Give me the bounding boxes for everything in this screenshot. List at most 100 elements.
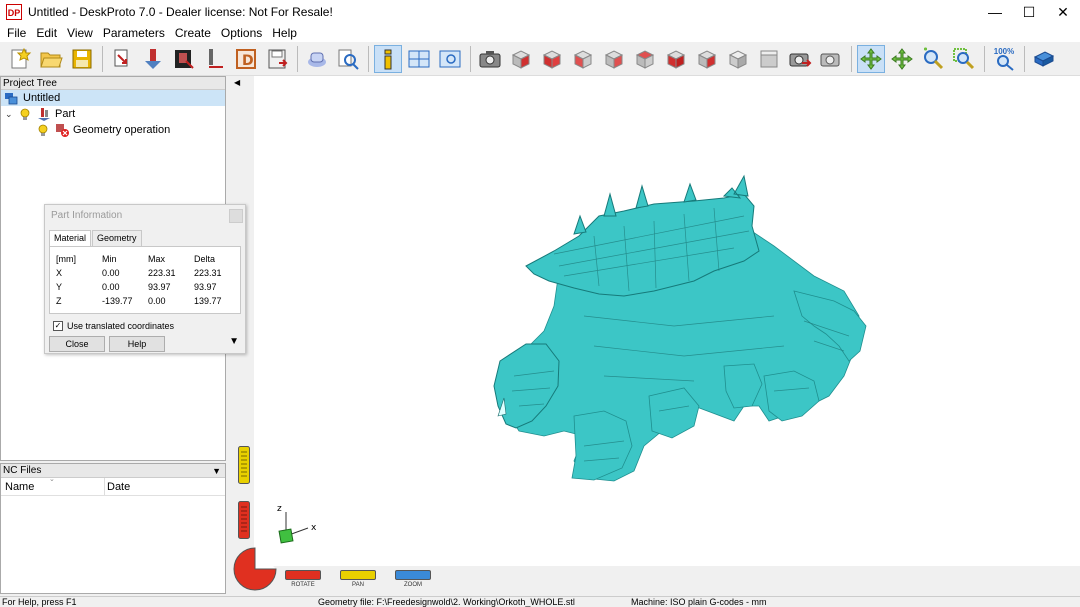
dialog-close-button[interactable] (229, 209, 243, 223)
menu-edit[interactable]: Edit (31, 24, 62, 42)
zoom-100-percent-button[interactable]: 100% (990, 45, 1018, 73)
help-button[interactable]: Help (109, 336, 165, 352)
window-title: Untitled - DeskProto 7.0 - Dealer licens… (28, 5, 333, 19)
tree-item-label: Geometry operation (73, 124, 171, 136)
toolbar-separator (851, 45, 852, 72)
max-cell: 223.31 (148, 268, 176, 278)
part-parameters-icon[interactable] (170, 45, 198, 73)
lightbulb-icon[interactable] (17, 107, 33, 121)
menu-help[interactable]: Help (267, 24, 302, 42)
axis-z-label: z (277, 504, 282, 514)
help-book-icon[interactable] (1030, 45, 1058, 73)
toolbar-separator (984, 45, 985, 72)
render-settings-icon[interactable] (786, 45, 814, 73)
simulation-icon[interactable] (303, 45, 331, 73)
tree-item-project[interactable]: Untitled (1, 90, 225, 106)
tree-item-label: Untitled (23, 92, 61, 104)
cutter-icon[interactable] (201, 45, 229, 73)
rotate-slider-icon[interactable] (285, 570, 321, 580)
zoom-slider-icon[interactable] (395, 570, 431, 580)
dialog-title: Part Information (51, 210, 123, 221)
window-controls: — ☐ ✕ (978, 0, 1080, 24)
delta-cell: 223.31 (194, 268, 222, 278)
zoom-in-icon[interactable] (919, 45, 947, 73)
tree-item-part[interactable]: ⌄ Part (1, 106, 225, 122)
view-iso-icon[interactable] (693, 45, 721, 73)
pan-slider-icon[interactable] (340, 570, 376, 580)
view-bottom-icon[interactable] (662, 45, 690, 73)
collapse-arrow-icon[interactable]: ⌄ (5, 109, 15, 120)
close-button[interactable]: ✕ (1046, 0, 1080, 24)
menu-parameters[interactable]: Parameters (98, 24, 170, 42)
view-left-icon[interactable] (569, 45, 597, 73)
min-cell: 0.00 (102, 282, 120, 292)
table-row: Y 0.00 93.97 93.97 (56, 280, 234, 294)
rotation-dial-icon[interactable] (232, 546, 278, 592)
max-cell: 93.97 (148, 282, 171, 292)
dropdown-arrow-icon[interactable]: ▼ (212, 464, 221, 478)
menu-view[interactable]: View (62, 24, 98, 42)
expand-down-arrow-icon[interactable]: ▼ (229, 336, 239, 347)
view-right-icon[interactable] (600, 45, 628, 73)
zoom-control[interactable]: ZOOM (393, 570, 433, 592)
red-slider-icon[interactable] (238, 501, 250, 539)
toolbar-separator (368, 45, 369, 72)
collapse-left-arrow-icon[interactable]: ◀ (234, 78, 240, 87)
delta-header: Delta (194, 254, 216, 264)
table-row: X 0.00 223.31 223.31 (56, 266, 234, 280)
view-top-icon[interactable] (631, 45, 659, 73)
maximize-button[interactable]: ☐ (1012, 0, 1046, 24)
zoom-label: ZOOM (404, 582, 422, 588)
column-header-name[interactable]: ⌄ Name (1, 476, 105, 495)
axis-cell: Z (56, 296, 62, 306)
sort-arrow-icon: ⌄ (49, 476, 55, 483)
dialog-tabs: Material Geometry (49, 230, 245, 246)
tab-material[interactable]: Material (49, 230, 92, 246)
tree-item-geometry-operation[interactable]: Geometry operation (1, 122, 225, 138)
view-back-icon[interactable] (538, 45, 566, 73)
column-header-date[interactable]: Date (105, 478, 130, 495)
tab-geometry[interactable]: Geometry (92, 230, 142, 246)
yellow-slider-icon[interactable] (238, 446, 250, 484)
zoom-fit-icon[interactable] (950, 45, 978, 73)
menu-create[interactable]: Create (170, 24, 216, 42)
dialog-title-bar[interactable]: Part Information (45, 205, 245, 227)
use-translated-checkbox-row[interactable]: ✓ Use translated coordinates (53, 320, 245, 332)
lightbulb-icon[interactable] (35, 123, 51, 137)
use-translated-checkbox[interactable]: ✓ (53, 321, 63, 331)
rotate-control[interactable]: ROTATE (283, 570, 323, 592)
import-geometry-icon[interactable] (108, 45, 136, 73)
layout-icon[interactable] (405, 45, 433, 73)
menu-file[interactable]: File (2, 24, 31, 42)
save-project-icon[interactable] (68, 45, 96, 73)
refresh-view-icon[interactable] (755, 45, 783, 73)
rotate-view-icon[interactable] (857, 44, 885, 73)
save-as-icon[interactable] (263, 45, 291, 73)
inspect-icon[interactable] (334, 45, 362, 73)
pan-control[interactable]: PAN (338, 570, 378, 592)
new-project-icon[interactable] (6, 45, 34, 73)
minimize-button[interactable]: — (978, 0, 1012, 24)
operation-wizard-icon[interactable] (139, 45, 167, 73)
part-information-dialog: Part Information Material Geometry [mm] … (44, 204, 246, 354)
nc-files-title: NC Files (3, 465, 42, 476)
view-iso2-icon[interactable] (724, 45, 752, 73)
drawing-icon[interactable]: D (232, 45, 260, 73)
min-cell: -139.77 (102, 296, 133, 306)
pan-view-icon[interactable] (888, 45, 916, 73)
info-icon[interactable] (374, 44, 402, 73)
zoom-window-icon[interactable] (436, 45, 464, 73)
screenshot-icon[interactable] (476, 45, 504, 73)
max-cell: 0.00 (148, 296, 166, 306)
menu-options[interactable]: Options (216, 24, 267, 42)
open-project-icon[interactable] (37, 45, 65, 73)
use-translated-label: Use translated coordinates (67, 321, 175, 331)
zoom-100-icon[interactable] (817, 45, 845, 73)
unit-header: [mm] (56, 254, 76, 264)
project-icon (4, 91, 20, 105)
nc-files-header[interactable]: NC Files ▼ (1, 464, 225, 478)
geometry-operation-icon (54, 123, 70, 137)
view-front-icon[interactable] (507, 45, 535, 73)
close-dialog-button[interactable]: Close (49, 336, 105, 352)
3d-viewport[interactable] (254, 76, 1080, 566)
